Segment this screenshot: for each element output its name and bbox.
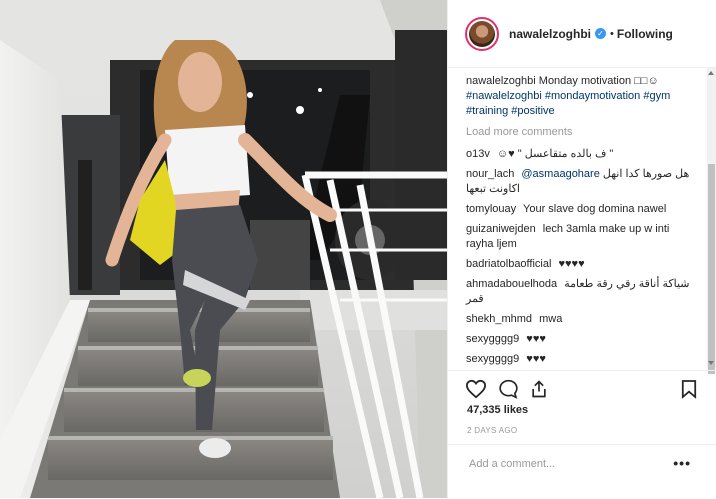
separator-dot: • — [610, 27, 614, 40]
comment-item: badriatolbaofficial ♥♥♥♥ — [466, 257, 697, 272]
comment-username[interactable]: guizaniwejden — [466, 223, 536, 235]
comment-bubble-icon[interactable] — [498, 379, 519, 399]
comment-item: sexygggg9 ♥♥♥ — [466, 332, 697, 347]
scroll-up-arrow-icon[interactable] — [708, 71, 714, 75]
verified-badge-icon: ✓ — [595, 28, 607, 39]
comment-text: ♥♥♥ — [526, 333, 546, 345]
comment-text: ♥♥♥♥ — [558, 258, 585, 270]
post-photo[interactable] — [0, 0, 447, 498]
comment-text: " ف بالده متقاعسل " ♥☺ — [496, 148, 614, 160]
comment-text-line2: اكاونت تبعها — [466, 183, 520, 195]
comments-list[interactable]: nawalelzoghbi Monday motivation □□☺ #naw… — [448, 74, 707, 370]
comment-text: هل صورها كدا انهل — [602, 168, 690, 180]
comment-item: shekh_mhmd mwa — [466, 312, 697, 327]
comment-text: mwa — [539, 313, 563, 325]
caption-username[interactable]: nawalelzoghbi — [466, 75, 536, 87]
comments-scrollbar[interactable] — [707, 68, 716, 374]
username-link[interactable]: nawalelzoghbi — [509, 27, 591, 41]
comment-item: tomylouay Your slave dog domina nawel — [466, 202, 697, 217]
following-button[interactable]: Following — [617, 27, 673, 41]
comment-username[interactable]: badriatolbaofficial — [466, 258, 551, 270]
caption: nawalelzoghbi Monday motivation □□☺ #naw… — [466, 74, 697, 119]
comment-username[interactable]: sexygggg9 — [466, 333, 519, 345]
comment-text: ♥♥♥ — [526, 353, 546, 365]
post-timestamp[interactable]: 2 DAYS AGO — [467, 426, 517, 435]
post-actions-bar — [448, 370, 716, 401]
comment-username[interactable]: ahmadabouelhoda — [466, 278, 557, 290]
comment-username[interactable]: nour_lach — [466, 168, 514, 180]
comment-item: nour_lach @asmaagohare هل صورها كدا انهل… — [466, 167, 697, 197]
gym-stairs-photo — [0, 0, 447, 498]
share-icon[interactable] — [529, 379, 549, 399]
post-sidebar: nawalelzoghbi ✓ • Following nawalelzoghb… — [447, 0, 716, 498]
load-more-comments-button[interactable]: Load more comments — [466, 124, 697, 140]
likes-count[interactable]: 47,335 likes — [467, 404, 528, 416]
add-comment-input[interactable] — [467, 457, 671, 471]
comment-item: guizaniwejden lech 3amla make up w inti … — [466, 222, 697, 252]
comment-username[interactable]: sexygggg9 — [466, 353, 519, 365]
avatar[interactable] — [465, 16, 499, 51]
more-options-icon[interactable]: ••• — [673, 455, 691, 471]
bookmark-icon[interactable] — [681, 379, 697, 399]
caption-text: Monday motivation □□☺ — [538, 75, 659, 87]
comment-text: Your slave dog domina nawel — [523, 203, 667, 215]
comment-mention[interactable]: @asmaagohare — [521, 168, 599, 180]
scroll-down-arrow-icon[interactable] — [708, 361, 714, 365]
heart-icon[interactable] — [465, 379, 487, 399]
caption-hashtags[interactable]: #nawalelzoghbi #mondaymotivation #gym #t… — [466, 90, 670, 117]
comment-item: ahmadabouelhoda شياكة أناقة رقي رقة طعام… — [466, 277, 697, 307]
comment-item: o13v " ف بالده متقاعسل " ♥☺ — [466, 147, 697, 162]
comment-username[interactable]: tomylouay — [466, 203, 516, 215]
comment-item: sexygggg9 ♥♥♥ — [466, 352, 697, 367]
scrollbar-thumb[interactable] — [708, 164, 715, 374]
comment-username[interactable]: o13v — [466, 148, 490, 160]
post-header: nawalelzoghbi ✓ • Following — [448, 0, 716, 68]
add-comment-bar: ••• — [448, 444, 716, 499]
comment-username[interactable]: shekh_mhmd — [466, 313, 532, 325]
